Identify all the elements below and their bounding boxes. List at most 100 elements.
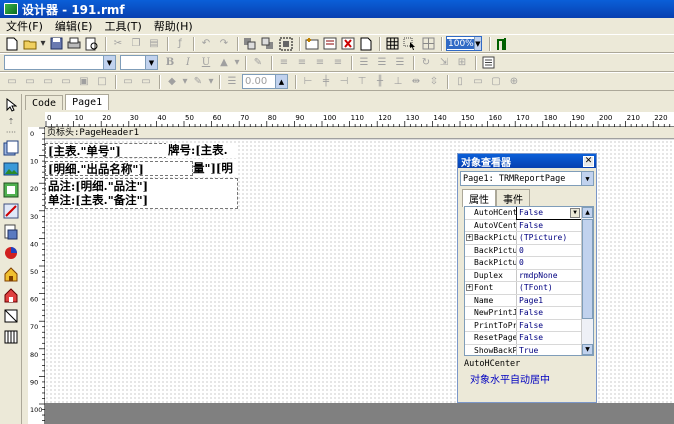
frame-top-icon[interactable]: ▭ — [4, 74, 20, 89]
shape-tool-icon[interactable] — [2, 286, 20, 304]
bring-front-icon[interactable] — [242, 36, 258, 51]
insert-band-icon[interactable] — [304, 36, 320, 51]
report-field-quantity[interactable]: 量"][明 — [193, 161, 238, 176]
italic-icon[interactable]: I — [180, 55, 196, 70]
frame-left-icon[interactable]: ▭ — [22, 74, 38, 89]
valign-middle-icon[interactable]: ☰ — [374, 55, 390, 70]
property-row[interactable]: BackPictur0 — [465, 257, 593, 270]
menu-edit[interactable]: 编辑(E) — [49, 18, 99, 34]
frame-inner-icon[interactable]: ▭ — [138, 74, 154, 89]
menu-tools[interactable]: 工具(T) — [98, 18, 147, 34]
line-width-icon[interactable]: ☰ — [224, 74, 240, 89]
property-row[interactable]: BackPictur0 — [465, 244, 593, 257]
expand-icon[interactable]: + — [466, 284, 473, 291]
align-tops-icon[interactable]: ⊤ — [354, 74, 370, 89]
scroll-down-icon[interactable]: ▼ — [582, 344, 593, 355]
property-row[interactable]: Name Page1 — [465, 294, 593, 307]
zoom-select[interactable]: 100% ▼ — [446, 36, 482, 51]
menu-help[interactable]: 帮助(H) — [148, 18, 199, 34]
font-color-icon[interactable]: ▲ — [216, 55, 232, 70]
picture-tool-icon[interactable] — [2, 160, 20, 178]
cut-icon[interactable]: ✂ — [110, 36, 126, 51]
undo-icon[interactable]: ↶ — [198, 36, 214, 51]
property-value[interactable]: 0 — [517, 257, 581, 269]
same-width-icon[interactable]: ▯ — [452, 74, 468, 89]
property-value[interactable]: (TFont) — [517, 282, 581, 294]
tab-code[interactable]: Code — [25, 95, 64, 110]
center-window-icon[interactable]: ⊕ — [506, 74, 522, 89]
property-value[interactable]: (TPicture) — [517, 232, 581, 244]
property-row[interactable]: Duplex rmdpNone — [465, 269, 593, 282]
align-center-icon[interactable]: ≡ — [294, 55, 310, 70]
object-select[interactable]: Page1: TRMReportPage ▼ — [460, 171, 594, 186]
align-hcenter-icon[interactable]: ╪ — [318, 74, 334, 89]
band-header-label[interactable]: 页标头:PageHeader1 — [45, 127, 674, 139]
print-icon[interactable] — [66, 36, 82, 51]
fill-color-icon[interactable]: ◆ — [164, 74, 180, 89]
line-tool-icon[interactable] — [2, 202, 20, 220]
pointer-tool-icon[interactable] — [2, 96, 20, 114]
property-row[interactable]: + Font (TFont) — [465, 282, 593, 295]
open-folder-icon[interactable] — [22, 36, 38, 51]
frame-all-icon[interactable]: ▣ — [76, 74, 92, 89]
property-scrollbar[interactable]: ▲ ▼ — [581, 207, 593, 355]
line-color-dropdown-icon[interactable]: ▾ — [208, 74, 214, 89]
redo-icon[interactable]: ↷ — [216, 36, 232, 51]
page-icon[interactable] — [358, 36, 374, 51]
highlight-icon[interactable]: ✎ — [250, 55, 266, 70]
property-row[interactable]: AutoHCenteFalse ▼ — [465, 207, 593, 220]
palette-dots-icon[interactable]: ···· — [2, 128, 20, 137]
align-bottoms-icon[interactable]: ⊥ — [390, 74, 406, 89]
chevron-down-icon[interactable]: ▼ — [103, 56, 115, 69]
align-justify-icon[interactable]: ≡ — [330, 55, 346, 70]
same-height-icon[interactable]: ▭ — [470, 74, 486, 89]
barcode-tool-icon[interactable] — [2, 265, 20, 283]
font-color-dropdown-icon[interactable]: ▾ — [234, 55, 240, 70]
property-row[interactable]: AutoVCenteFalse — [465, 219, 593, 232]
property-value[interactable]: False ▼ — [516, 207, 582, 220]
property-value[interactable]: Page1 — [517, 295, 581, 307]
menu-file[interactable]: 文件(F) — [0, 18, 49, 34]
frame-none-icon[interactable]: □ — [94, 74, 110, 89]
format-icon[interactable]: ƒ — [172, 36, 188, 51]
font-size-select[interactable]: ▼ — [120, 55, 158, 70]
property-row[interactable]: +BackPictur(TPicture) — [465, 232, 593, 245]
align-grid-icon[interactable] — [402, 36, 418, 51]
frame-right-icon[interactable]: ▭ — [58, 74, 74, 89]
tab-events[interactable]: 事件 — [496, 189, 530, 207]
copy-icon[interactable]: ❐ — [128, 36, 144, 51]
word-wrap-icon[interactable]: ⇲ — [436, 55, 452, 70]
print-preview-icon[interactable] — [84, 36, 100, 51]
palette-arrow-icon[interactable]: ⇡ — [2, 117, 20, 126]
table-tool-icon[interactable] — [2, 328, 20, 346]
tab-properties[interactable]: 属性 — [462, 189, 496, 207]
property-value[interactable]: False — [517, 220, 581, 232]
scroll-up-icon[interactable]: ▲ — [582, 207, 593, 218]
line-width-input[interactable]: 0.00 ▲ — [242, 74, 288, 89]
new-file-icon[interactable] — [4, 36, 20, 51]
exit-icon[interactable] — [494, 36, 510, 51]
fit-grid-icon[interactable] — [420, 36, 436, 51]
align-rights-icon[interactable]: ⊣ — [336, 74, 352, 89]
align-lefts-icon[interactable]: ⊢ — [300, 74, 316, 89]
property-row[interactable]: PrintToPreFalse — [465, 319, 593, 332]
chevron-down-icon[interactable]: ▼ — [473, 37, 481, 50]
subreport-tool-icon[interactable] — [2, 181, 20, 199]
diagonal-tool-icon[interactable] — [2, 307, 20, 325]
property-row[interactable]: NewPrintJoFalse — [465, 307, 593, 320]
space-v-icon[interactable]: ⇳ — [426, 74, 442, 89]
space-h-icon[interactable]: ⇹ — [408, 74, 424, 89]
insert-field-icon[interactable] — [322, 36, 338, 51]
property-value[interactable]: False — [517, 320, 581, 332]
property-value[interactable]: 0 — [517, 245, 581, 257]
open-dropdown-icon[interactable]: ▾ — [40, 36, 46, 51]
bold-icon[interactable]: B — [162, 55, 178, 70]
property-value[interactable]: rmdpNone — [517, 270, 581, 282]
property-value[interactable]: True — [517, 345, 581, 356]
font-name-select[interactable]: ▼ — [4, 55, 116, 70]
property-row[interactable]: ShowBackPiTrue — [465, 344, 593, 356]
underline-icon[interactable]: U — [198, 55, 214, 70]
chevron-down-icon[interactable]: ▼ — [145, 56, 157, 69]
memo-tool-icon[interactable] — [2, 139, 20, 157]
valign-top-icon[interactable]: ☰ — [356, 55, 372, 70]
